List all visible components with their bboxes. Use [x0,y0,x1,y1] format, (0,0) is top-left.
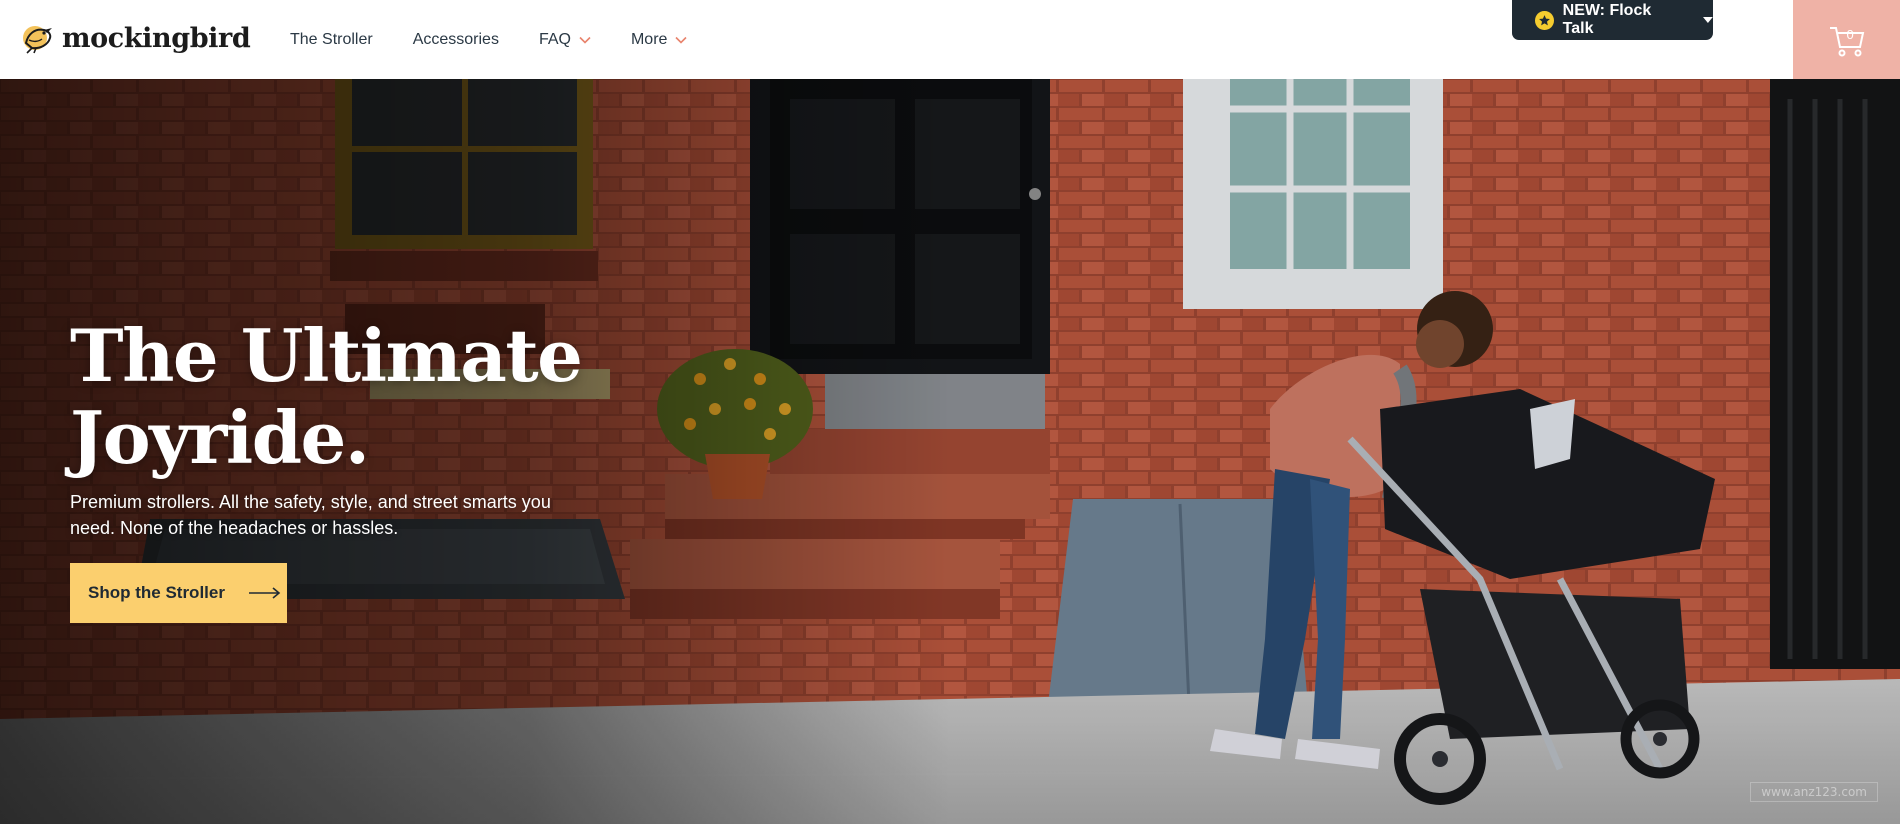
cart-icon: 0 [1827,20,1867,60]
nav-item-label: FAQ [538,30,571,48]
cart-count-badge: 0 [1846,26,1854,42]
nav-item-more[interactable]: More [631,31,687,49]
main-nav: The Stroller Accessories FAQ More [290,0,687,79]
nav-item-faq[interactable]: FAQ [539,31,591,49]
shop-the-stroller-button[interactable]: Shop the Stroller [70,563,287,623]
flock-talk-label: NEW: Flock Talk [1562,2,1652,37]
bird-icon [23,26,52,54]
site-header: mockingbird The Stroller Accessories FAQ… [0,0,1900,79]
hero-title-line-1: The Ultimate [70,313,583,398]
caret-down-icon [1703,17,1713,23]
nav-item-label: Accessories [412,30,499,48]
cta-label: Shop the Stroller [88,583,225,602]
star-icon [1535,10,1554,30]
hero-banner: The Ultimate Joyride. Premium strollers.… [0,79,1900,824]
arrow-right-icon [248,587,281,599]
chevron-down-icon [579,36,591,44]
flock-talk-dropdown-button[interactable]: NEW: Flock Talk [1512,0,1713,40]
watermark: www.anz123.com [1750,782,1878,802]
nav-item-label: The Stroller [290,30,373,48]
hero-subtitle: Premium strollers. All the safety, style… [70,492,551,538]
hero-content: The Ultimate Joyride. Premium strollers.… [70,315,590,623]
nav-item-the-stroller[interactable]: The Stroller [290,31,373,49]
brand-logo[interactable]: mockingbird [20,18,251,58]
brand-name: mockingbird [62,22,251,54]
chevron-down-icon [675,36,687,44]
cart-button[interactable]: 0 [1793,0,1900,79]
hero-title-line-2: Joyride. [70,395,370,480]
nav-item-accessories[interactable]: Accessories [413,31,499,49]
nav-item-label: More [630,30,668,48]
hero-title: The Ultimate Joyride. [70,315,590,479]
